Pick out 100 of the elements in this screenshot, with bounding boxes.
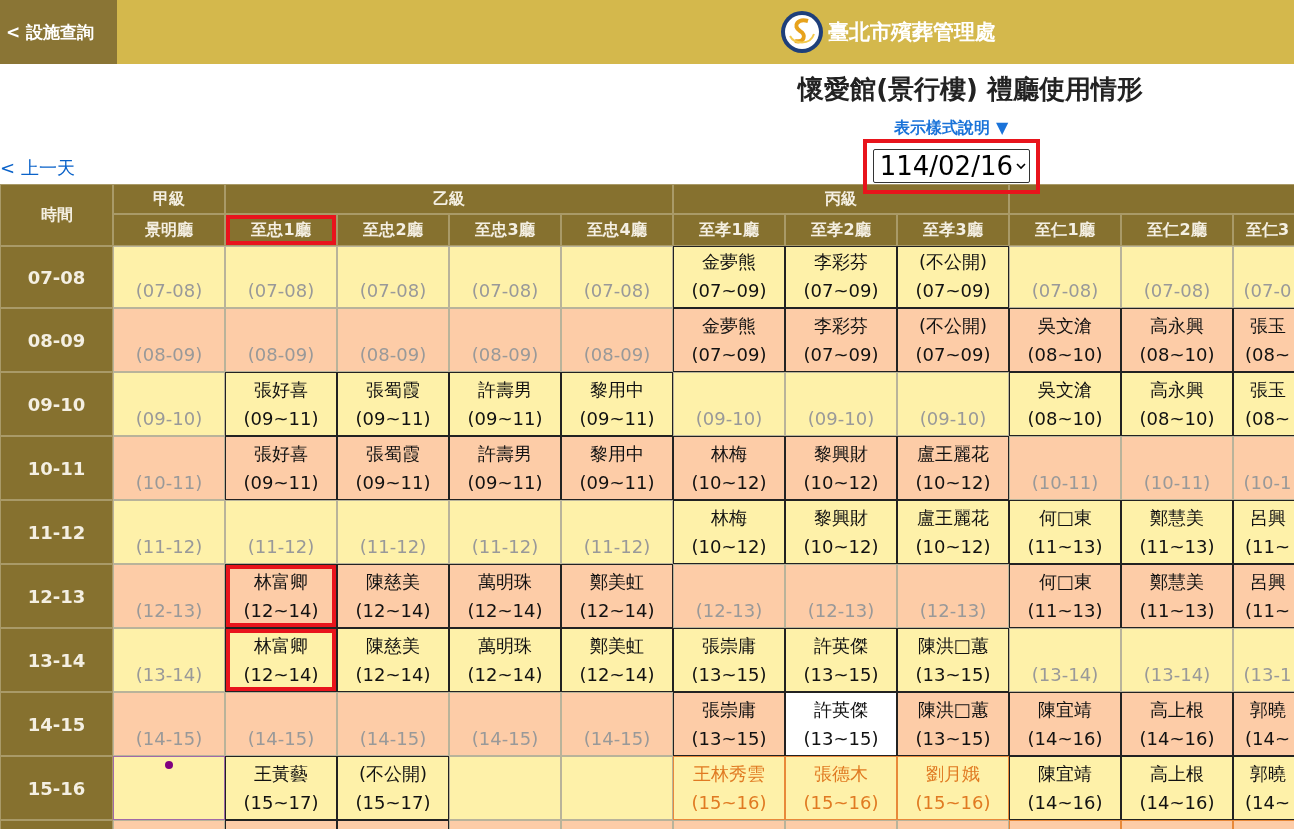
booking-cell[interactable]: 鄭慧美 (11~13) [1121,500,1233,564]
grade-header: 乙級 [225,184,673,214]
booking-time: (15~16) [690,791,768,815]
deceased-name: 張玉 [1248,378,1287,402]
booking-cell[interactable]: 張蜀霞 (09~11) [337,372,449,436]
booking-cell[interactable]: 張好喜 (09~11) [225,372,337,436]
booking-cell[interactable]: 許英傑 (13~15) [785,692,897,756]
deceased-name: 李彩芬 [813,250,869,274]
booking-time: (12~14) [354,663,432,687]
booking-cell[interactable]: 張蜀霞 (09~11) [337,436,449,500]
booking-cell[interactable]: 郭曉 (14~ [1233,756,1294,820]
booking-cell[interactable]: 林梅 (10~12) [673,436,785,500]
hall-header: 至忠3廳 [449,214,561,246]
booking-cell[interactable]: 陳慈美 (12~14) [337,628,449,692]
deceased-name: 呂興 [1248,506,1287,530]
booking-cell[interactable]: 郭曉 (14~ [1233,692,1294,756]
booking-cell[interactable]: (不公開) (07~09) [897,308,1009,372]
deceased-name: 李彩芬 [813,314,869,338]
legend-link[interactable]: 表示樣式說明 ▼ [894,118,1009,139]
booking-cell[interactable]: 張崇庸 (13~15) [673,628,785,692]
booking-cell[interactable]: 王黃藝 (15~17) [225,756,337,820]
booking-cell[interactable]: 高上根 (14~16) [1121,756,1233,820]
booking-cell[interactable]: 黎用中 (09~11) [561,436,673,500]
deceased-name: 許壽男 [477,442,533,466]
booking-time: (12~14) [466,599,544,623]
booking-cell[interactable]: 張好喜 (09~11) [225,436,337,500]
deceased-name: 王林秀雲 [692,762,766,786]
booking-time: (10~12) [690,471,768,495]
deceased-name: 何□東 [1037,506,1093,530]
previous-day-link[interactable]: < 上一天 [0,156,75,180]
booking-cell[interactable]: 高上根 (14~16) [1121,692,1233,756]
free-cell: (09-10) [785,372,897,436]
booking-cell[interactable]: 萬明珠 (12~14) [449,628,561,692]
booking-cell[interactable]: 鄭美虹 (12~14) [561,628,673,692]
deceased-name: 鄭美虹 [589,634,645,658]
hall-header: 至忠2廳 [337,214,449,246]
deceased-name: 林梅 [710,442,748,466]
booking-cell[interactable]: 盧王麗花 (10~12) [897,500,1009,564]
booking-time: (09~11) [242,407,320,431]
booking-cell[interactable]: 金夢熊 (07~09) [673,308,785,372]
booking-cell[interactable]: 何□東 (11~13) [1009,564,1121,628]
free-cell: (14-15) [113,692,225,756]
booking-cell[interactable]: 許壽男 (09~11) [449,436,561,500]
booking-cell[interactable]: 林富卿 (12~14) [225,628,337,692]
date-select[interactable]: 114/02/16 [872,149,1030,183]
booking-cell[interactable]: 張玉 (08~ [1233,372,1294,436]
deceased-name: (不公開) [357,762,428,786]
booking-time: (11~13) [1026,599,1104,623]
booking-cell[interactable]: 高永興 (08~10) [1121,372,1233,436]
booking-cell[interactable]: 林梅 (10~12) [673,500,785,564]
booking-cell[interactable]: 許壽男 (09~11) [449,372,561,436]
booking-cell[interactable]: 盧王麗花 (10~12) [897,436,1009,500]
booking-cell[interactable]: 李彩芬 (07~09) [785,308,897,372]
booking-cell[interactable]: 吳文滄 (08~10) [1009,308,1121,372]
booking-time: (09~11) [466,471,544,495]
booking-cell[interactable]: (不公開) (07~09) [897,246,1009,308]
booking-cell[interactable]: 呂興 (11~ [1233,564,1294,628]
booking-cell[interactable]: 張崇庸 (13~15) [673,692,785,756]
grade-header: 甲級 [113,184,225,214]
booking-time: (07~09) [690,343,768,367]
free-cell: (11-12) [337,500,449,564]
booking-cell[interactable]: 黎興財 (10~12) [785,436,897,500]
booking-time: (13~15) [802,727,880,751]
time-header: 時間 [0,184,113,246]
deceased-name: (不公開) [918,314,989,338]
deceased-name: 陳洪□蕙 [916,634,990,658]
booking-cell[interactable]: 陳宜靖 (14~16) [1009,692,1121,756]
time-cell: 07-08 [0,246,113,308]
deceased-name: 陳慈美 [365,634,421,658]
booking-cell[interactable]: 黎用中 (09~11) [561,372,673,436]
booking-cell[interactable]: 李彩芬 (07~09) [785,246,897,308]
booking-cell[interactable]: 林富卿 (12~14) [225,564,337,628]
deceased-name: 鄭慧美 [1149,506,1205,530]
booking-cell[interactable]: 金夢熊 (07~09) [673,246,785,308]
free-cell: (09-10) [113,372,225,436]
deceased-name: 林富卿 [253,570,309,594]
deceased-name: 黎興財 [813,506,869,530]
back-button[interactable]: < 設施查詢 [0,0,117,64]
booking-time: (09~11) [466,407,544,431]
booking-cell[interactable]: 吳文滄 (08~10) [1009,372,1121,436]
booking-cell[interactable]: 黎興財 (10~12) [785,500,897,564]
booking-cell[interactable]: 鄭美虹 (12~14) [561,564,673,628]
booking-time: (12~14) [354,599,432,623]
booking-cell[interactable]: 張玉 (08~ [1233,308,1294,372]
booking-cell[interactable]: 陳洪□蕙 (13~15) [897,692,1009,756]
booking-cell[interactable]: 高永興 (08~10) [1121,308,1233,372]
booking-time: (14~16) [1138,791,1216,815]
free-cell: (13-1 [1233,628,1294,692]
booking-cell[interactable]: (不公開) (15~17) [337,756,449,820]
booking-cell[interactable]: 鄭慧美 (11~13) [1121,564,1233,628]
booking-cell[interactable]: 萬明珠 (12~14) [449,564,561,628]
booking-cell[interactable]: 陳宜靖 (14~16) [1009,756,1121,820]
booking-cell[interactable]: 何□東 (11~13) [1009,500,1121,564]
booking-cell[interactable]: 呂興 (11~ [1233,500,1294,564]
booking-cell[interactable]: 陳慈美 (12~14) [337,564,449,628]
deceased-name: 張崇庸 [701,698,757,722]
booking-time: (11~ [1244,535,1292,559]
free-cell: (12-13) [897,564,1009,628]
booking-cell[interactable]: 許英傑 (13~15) [785,628,897,692]
booking-cell[interactable]: 陳洪□蕙 (13~15) [897,628,1009,692]
